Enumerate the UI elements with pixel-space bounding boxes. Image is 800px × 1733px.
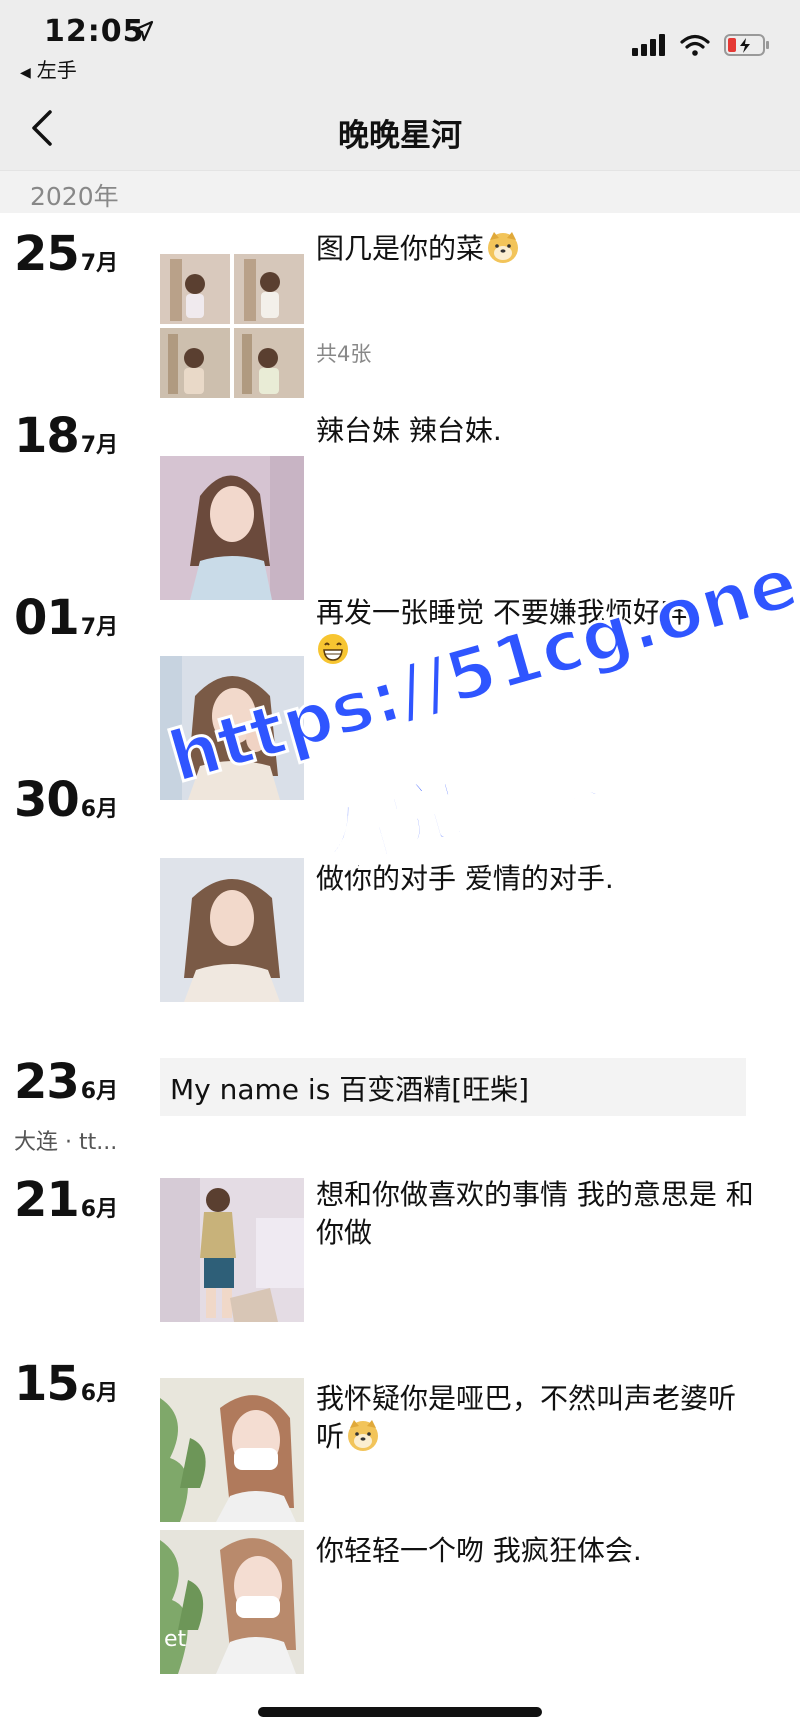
- post-date: 25 7月: [14, 226, 118, 282]
- doge-emoji-icon: [348, 1420, 379, 1451]
- post-day: 23: [14, 1054, 80, 1110]
- photo-thumbnail[interactable]: [160, 656, 304, 800]
- post-text: 图几是你的菜: [316, 230, 756, 268]
- post-month: 6月: [80, 797, 119, 822]
- moments-screen: 12:05 ◀ 左手 晚晚星河 2020年 25 7月 图几是你的菜 共4张 1…: [0, 0, 800, 1733]
- back-to-app-link[interactable]: ◀ 左手: [20, 54, 77, 83]
- doge-emoji-icon: [488, 232, 519, 263]
- home-indicator[interactable]: [258, 1707, 542, 1717]
- thumb-caption: et: [164, 1627, 187, 1652]
- location-arrow-icon: [132, 20, 154, 42]
- post-month: 6月: [80, 1079, 119, 1104]
- photo-thumbnail[interactable]: et: [160, 1530, 304, 1674]
- photo-grid-thumbnail[interactable]: [160, 254, 304, 398]
- photo-thumbnail[interactable]: [160, 858, 304, 1002]
- post-month: 6月: [80, 1381, 119, 1406]
- signal-icon: [632, 34, 665, 56]
- post-text: 我怀疑你是哑巴，不然叫声老婆听听: [316, 1380, 756, 1456]
- post-date: 23 6月: [14, 1054, 118, 1110]
- post-text: 做你的对手 爱情的对手.: [316, 862, 614, 895]
- post-text: My name is 百变酒精[旺柴]: [170, 1073, 530, 1106]
- post-text: 想和你做喜欢的事情 我的意思是 和你做: [316, 1178, 754, 1249]
- post-day: 25: [14, 226, 80, 282]
- post-day: 01: [14, 590, 80, 646]
- back-triangle-icon: ◀: [20, 65, 31, 81]
- back-app-label: 左手: [36, 58, 77, 82]
- photo-thumbnail[interactable]: [160, 456, 304, 600]
- post-text: 你轻轻一个吻 我疯狂体会.: [316, 1534, 642, 1567]
- battery-icon: [724, 34, 769, 56]
- post-date: 01 7月: [14, 590, 118, 646]
- post-day: 18: [14, 408, 80, 464]
- post-text: 辣台妹 辣台妹.: [316, 414, 502, 447]
- year-header: 2020年: [0, 170, 800, 213]
- post-day: 30: [14, 772, 80, 828]
- status-icons: [632, 30, 770, 60]
- post-text: 再发一张睡觉 不要嫌我烦好咩: [316, 594, 756, 670]
- post-month: 6月: [80, 1197, 119, 1222]
- photo-count: 共4张: [316, 342, 372, 366]
- photo-thumbnail[interactable]: [160, 1378, 304, 1522]
- year-label: 2020年: [30, 182, 119, 211]
- post-location[interactable]: 大连 · tt...: [14, 1124, 117, 1156]
- wifi-icon: [680, 34, 710, 56]
- status-time: 12:05: [44, 14, 145, 49]
- post-day: 15: [14, 1356, 80, 1412]
- post-month: 7月: [80, 615, 119, 640]
- grin-emoji-icon: [318, 634, 348, 664]
- post-date: 15 6月: [14, 1356, 118, 1412]
- post-text-content: 再发一张睡觉 不要嫌我烦好咩: [316, 596, 689, 629]
- post-date: 21 6月: [14, 1172, 118, 1228]
- post-month: 7月: [80, 433, 119, 458]
- photo-thumbnail[interactable]: [160, 1178, 304, 1322]
- text-only-card[interactable]: My name is 百变酒精[旺柴]: [160, 1058, 746, 1116]
- post-text-content: 图几是你的菜: [316, 232, 485, 265]
- post-day: 21: [14, 1172, 80, 1228]
- status-bar: 12:05 ◀ 左手: [0, 0, 800, 90]
- post-date: 30 6月: [14, 772, 118, 828]
- page-title: 晚晚星河: [338, 118, 462, 154]
- post-date: 18 7月: [14, 408, 118, 464]
- nav-bar: 晚晚星河: [0, 90, 800, 170]
- post-month: 7月: [80, 251, 119, 276]
